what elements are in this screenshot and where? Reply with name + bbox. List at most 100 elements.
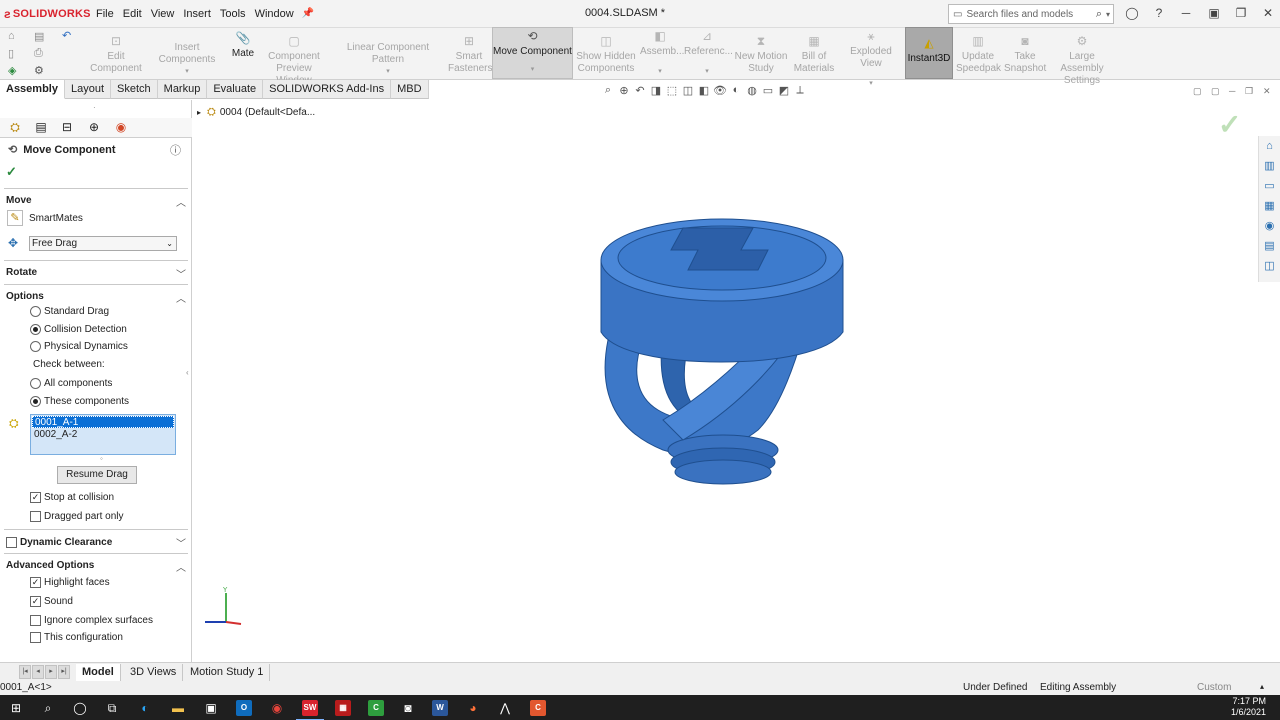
expand-chevron-icon[interactable]: ﹀ <box>176 266 186 281</box>
menu-insert[interactable]: Insert <box>179 6 215 22</box>
resume-drag-button[interactable]: Resume Drag <box>57 466 137 484</box>
assembly-features-button[interactable]: ◧ Assemb... ▾ <box>640 30 684 78</box>
edge-icon[interactable]: ◐ <box>137 700 153 716</box>
search-dropdown-icon[interactable]: ▾ <box>1106 10 1110 19</box>
tab-motion-study-1[interactable]: Motion Study 1 <box>184 664 271 681</box>
doc-tile-icon[interactable]: ▢ <box>1193 86 1202 97</box>
search-icon[interactable]: ⌕ <box>40 700 56 716</box>
this-configuration-option[interactable]: This configuration <box>30 629 123 645</box>
dynamic-clearance-section-header[interactable]: Dynamic Clearance ﹀ <box>0 533 192 551</box>
camera-app-icon[interactable]: ◙ <box>400 700 416 716</box>
physical-dynamics-radio[interactable] <box>30 340 41 352</box>
dynamic-clearance-checkbox[interactable] <box>6 536 17 548</box>
section-view-icon[interactable]: ◨ <box>648 84 664 97</box>
view-palette-icon[interactable]: ▦ <box>1259 196 1280 216</box>
display-manager-icon[interactable]: ◉ <box>111 120 131 136</box>
move-component-button[interactable]: ⟲ Move Component ▾ <box>492 27 573 79</box>
search-box[interactable]: ▭ Search files and models ⌕ ▾ <box>948 4 1114 24</box>
highlight-faces-checkbox[interactable]: ✓ <box>30 576 41 588</box>
last-tab-icon[interactable]: ▸| <box>58 665 70 679</box>
confirmation-corner-ok-icon[interactable]: ✓ <box>1218 108 1241 141</box>
list-resize-handle-icon[interactable]: ◦ <box>100 454 103 463</box>
physical-dynamics-option[interactable]: Physical Dynamics <box>30 338 128 354</box>
user-icon[interactable]: ◯ <box>1124 6 1140 20</box>
custom-properties-icon[interactable]: ▤ <box>1259 236 1280 256</box>
instant3d-button[interactable]: ◭ Instant3D <box>905 27 953 79</box>
view-orientation-icon[interactable]: ◫ <box>680 84 696 97</box>
panel-collapse-icon[interactable]: ‹ <box>186 368 189 377</box>
menu-tools[interactable]: Tools <box>216 6 250 22</box>
apply-scene-icon[interactable]: ◍ <box>744 84 760 97</box>
edit-component-button[interactable]: ⊡ Edit Component <box>90 35 142 83</box>
status-expand-icon[interactable]: ▴ <box>1260 682 1264 691</box>
system-clock[interactable]: 7:17 PM 1/6/2021 <box>1231 696 1266 718</box>
save-icon[interactable]: ▤ <box>34 30 44 43</box>
advanced-options-section-header[interactable]: Advanced Options ︿ <box>0 557 192 575</box>
file-explorer-icon[interactable]: ▭ <box>1259 176 1280 196</box>
cortana-icon[interactable]: ◯ <box>72 700 88 716</box>
dragged-part-only-checkbox[interactable] <box>30 510 41 522</box>
tab-3d-views[interactable]: 3D Views <box>124 664 184 681</box>
feature-tree-flyout[interactable]: ▸ ⛭ 0004 (Default<Defa... <box>197 106 315 119</box>
dropdown-arrow-icon[interactable]: ▾ <box>493 64 572 76</box>
first-tab-icon[interactable]: |◂ <box>19 665 31 679</box>
new-icon[interactable]: ▯ <box>8 47 14 60</box>
windows-start-icon[interactable]: ⊞ <box>8 700 24 716</box>
recorder-icon[interactable]: C <box>530 700 546 716</box>
collision-detection-option[interactable]: Collision Detection <box>30 321 127 337</box>
app-icon[interactable]: ▦ <box>335 700 351 716</box>
units-selector[interactable]: Custom <box>1197 682 1231 693</box>
dimxpert-icon[interactable]: ⊕ <box>84 120 104 136</box>
hide-show-items-icon[interactable]: 👁 <box>712 84 728 97</box>
components-list[interactable]: 0001_A-1 0002_A-2 <box>30 414 176 455</box>
firefox-icon[interactable]: ◕ <box>465 700 481 716</box>
expand-arrow-icon[interactable]: ▸ <box>197 108 201 117</box>
reference-geometry-button[interactable]: ⊿ Referenc... ▾ <box>684 30 733 78</box>
this-configuration-checkbox[interactable] <box>30 631 41 643</box>
minimize-icon[interactable]: ─ <box>1178 6 1194 20</box>
dropdown-arrow-icon[interactable]: ▾ <box>684 66 730 78</box>
chrome-icon[interactable]: ◉ <box>269 700 285 716</box>
search-input[interactable]: Search files and models <box>966 9 1095 20</box>
model-render[interactable] <box>193 100 1280 662</box>
help-icon[interactable]: ⓘ <box>170 142 181 158</box>
menu-window[interactable]: Window <box>251 6 298 22</box>
doc-close-icon[interactable]: ✕ <box>1263 86 1271 97</box>
standard-drag-radio[interactable] <box>30 305 41 317</box>
help-icon[interactable]: ? <box>1151 6 1167 20</box>
display-pane-icon[interactable]: ◩ <box>776 84 792 97</box>
file-explorer-icon[interactable]: ▬ <box>170 700 186 716</box>
store-icon[interactable]: ▣ <box>203 700 219 716</box>
home-icon[interactable]: ⌂ <box>8 30 15 42</box>
dropdown-arrow-icon[interactable]: ▾ <box>145 66 229 78</box>
undo-icon[interactable]: ↶ <box>62 29 71 42</box>
rotate-section-header[interactable]: Rotate ﹀ <box>0 264 192 282</box>
doc-restore-icon[interactable]: ❐ <box>1245 86 1253 97</box>
sound-option[interactable]: ✓ Sound <box>30 593 73 609</box>
outlook-icon[interactable]: O <box>236 700 252 716</box>
highlight-faces-option[interactable]: ✓ Highlight faces <box>30 574 110 590</box>
stop-at-collision-checkbox[interactable]: ✓ <box>30 491 41 503</box>
configuration-manager-icon[interactable]: ⊟ <box>57 120 77 136</box>
mate-button[interactable]: 📎 Mate <box>230 32 256 80</box>
acrobat-icon[interactable]: ⋀ <box>497 700 513 716</box>
dropdown-arrow-icon[interactable]: ▾ <box>640 66 680 78</box>
property-manager-icon[interactable]: ▤ <box>31 120 51 136</box>
collapse-chevron-icon[interactable]: ︿ <box>176 194 186 209</box>
word-icon[interactable]: W <box>432 700 448 716</box>
dropdown-arrow-icon[interactable]: ▾ <box>332 66 444 78</box>
list-item[interactable]: 0001_A-1 <box>32 416 174 428</box>
panel-splitter-icon[interactable]: · <box>93 103 99 112</box>
move-section-header[interactable]: Move ︿ <box>0 192 192 210</box>
take-snapshot-button[interactable]: ◙ Take Snapshot <box>1004 35 1046 83</box>
all-components-radio[interactable] <box>30 377 41 389</box>
dropdown-arrow-icon[interactable]: ▾ <box>840 78 902 90</box>
expand-chevron-icon[interactable]: ﹀ <box>176 535 186 550</box>
stop-at-collision-option[interactable]: ✓ Stop at collision <box>30 489 114 505</box>
tile-icon[interactable]: ▣ <box>1206 6 1222 20</box>
feature-tree-icon[interactable]: ⛭ <box>5 120 25 136</box>
new-motion-study-button[interactable]: ⧗ New Motion Study <box>734 35 788 83</box>
forum-icon[interactable]: ◫ <box>1259 256 1280 276</box>
graphics-area[interactable] <box>193 100 1280 662</box>
menu-file[interactable]: File <box>92 6 118 22</box>
